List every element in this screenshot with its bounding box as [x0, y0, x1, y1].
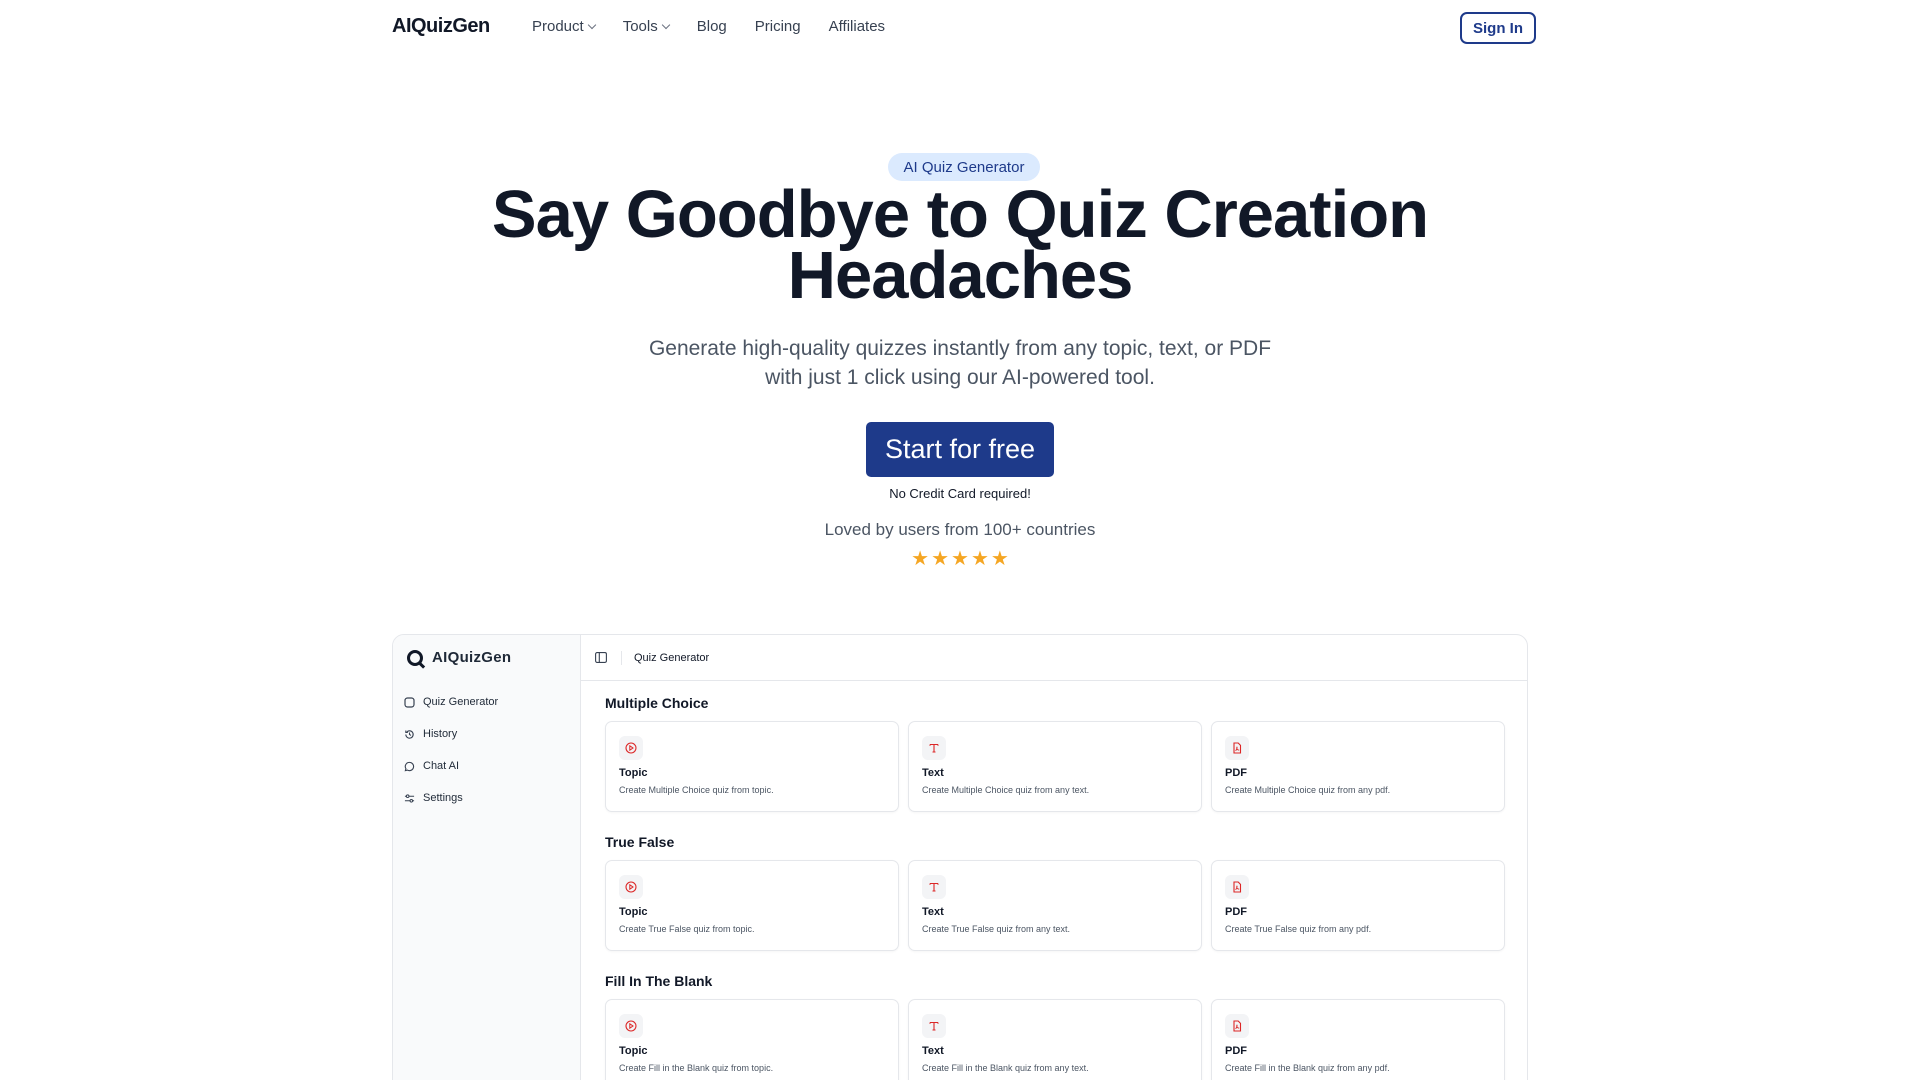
nav-tools[interactable]: Tools	[622, 18, 670, 35]
sidebar-toggle-icon[interactable]	[595, 652, 609, 664]
chevron-down-icon	[661, 20, 670, 30]
sidebar-item-label: Settings	[423, 792, 463, 804]
card-title: Topic	[619, 906, 648, 918]
card-description: Create True False quiz from topic.	[619, 924, 755, 934]
card-title: Topic	[619, 767, 648, 779]
nav-blog[interactable]: Blog	[697, 18, 727, 35]
card-title: Text	[922, 767, 944, 779]
sidebar-item-chat-ai[interactable]: Chat AI	[403, 757, 498, 775]
nav-pricing-label: Pricing	[754, 18, 801, 35]
play-icon	[619, 736, 643, 760]
card-row-fill-in-the-blank: Topic Create Fill in the Blank quiz from…	[605, 999, 1505, 1080]
card-mc-topic[interactable]: Topic Create Multiple Choice quiz from t…	[605, 721, 899, 812]
app-main-content: Multiple Choice Topic Create Multiple Ch…	[605, 695, 1505, 1080]
nav-product[interactable]: Product	[532, 18, 596, 35]
sidebar-item-history[interactable]: History	[403, 725, 498, 743]
play-icon	[619, 1014, 643, 1038]
no-credit-card-note: No Credit Card required!	[889, 486, 1031, 501]
sidebar-item-label: Chat AI	[423, 760, 460, 772]
card-mc-pdf[interactable]: PDF Create Multiple Choice quiz from any…	[1211, 721, 1505, 812]
text-icon	[922, 1014, 946, 1038]
sidebar-item-label: Quiz Generator	[423, 696, 499, 708]
brand-logo[interactable]: AIQuizGen	[392, 15, 490, 38]
nav-links: Product Tools Blog Pricing Affiliates	[532, 18, 885, 35]
card-fib-pdf[interactable]: PDF Create Fill in the Blank quiz from a…	[1211, 999, 1505, 1080]
star-icon: ★	[911, 548, 930, 570]
card-tf-text[interactable]: Text Create True False quiz from any tex…	[908, 860, 1202, 951]
subtitle-line-2: with just 1 click using our AI-powered t…	[765, 366, 1155, 389]
card-description: Create Multiple Choice quiz from any pdf…	[1225, 785, 1391, 795]
pdf-icon	[1225, 1014, 1249, 1038]
chat-bubble-icon	[403, 760, 415, 772]
subtitle-line-1: Generate high-quality quizzes instantly …	[648, 337, 1272, 360]
card-tf-pdf[interactable]: PDF Create True False quiz from any pdf.	[1211, 860, 1505, 951]
card-title: Topic	[619, 1045, 648, 1057]
top-nav: AIQuizGen Product Tools Blog Pricing Aff…	[0, 0, 1920, 56]
history-icon	[403, 728, 415, 740]
card-fib-topic[interactable]: Topic Create Fill in the Blank quiz from…	[605, 999, 899, 1080]
nav-product-label: Product	[532, 18, 584, 35]
section-title-fill-in-the-blank: Fill In The Blank	[605, 973, 713, 989]
card-row-true-false: Topic Create True False quiz from topic.…	[605, 860, 1505, 951]
card-title: PDF	[1225, 1045, 1247, 1057]
card-mc-text[interactable]: Text Create Multiple Choice quiz from an…	[908, 721, 1202, 812]
sidebar-item-settings[interactable]: Settings	[403, 789, 498, 807]
pdf-icon	[1225, 875, 1249, 899]
app-preview: AIQuizGen Quiz Generator History Chat AI	[392, 634, 1528, 1080]
text-icon	[922, 875, 946, 899]
pdf-icon	[1225, 736, 1249, 760]
sidebar-item-label: History	[423, 728, 458, 740]
card-title: PDF	[1225, 767, 1247, 779]
section-title-true-false: True False	[605, 834, 675, 850]
sliders-icon	[403, 792, 415, 804]
rating-stars: ★ ★ ★ ★ ★	[910, 548, 1010, 570]
hero-headline: Say Goodbye to Quiz Creation Headaches	[360, 181, 1560, 309]
play-icon	[619, 875, 643, 899]
star-icon: ★	[951, 548, 969, 570]
app-sidebar: AIQuizGen Quiz Generator History Chat AI	[393, 635, 581, 1080]
q-logo-icon	[407, 649, 423, 666]
headline-line-2: Headaches	[787, 238, 1134, 313]
card-description: Create Fill in the Blank quiz from any t…	[922, 1063, 1089, 1073]
nav-affiliates[interactable]: Affiliates	[829, 18, 885, 35]
social-proof-text: Loved by users from 100+ countries	[824, 520, 1096, 539]
sign-in-button[interactable]: Sign In	[1460, 12, 1536, 44]
card-title: Text	[922, 906, 944, 918]
card-description: Create Multiple Choice quiz from topic.	[619, 785, 774, 795]
card-description: Create True False quiz from any text.	[922, 924, 1071, 934]
card-title: Text	[922, 1045, 944, 1057]
card-tf-topic[interactable]: Topic Create True False quiz from topic.	[605, 860, 899, 951]
card-description: Create True False quiz from any pdf.	[1225, 924, 1372, 934]
sidebar-items: Quiz Generator History Chat AI Settings	[403, 693, 498, 807]
card-row-multiple-choice: Topic Create Multiple Choice quiz from t…	[605, 721, 1505, 812]
text-icon	[922, 736, 946, 760]
topbar-title: Quiz Generator	[634, 651, 710, 664]
card-title: PDF	[1225, 906, 1247, 918]
chevron-down-icon	[587, 20, 596, 30]
topbar-divider	[621, 650, 622, 665]
card-fib-text[interactable]: Text Create Fill in the Blank quiz from …	[908, 999, 1202, 1080]
card-description: Create Fill in the Blank quiz from any p…	[1225, 1063, 1390, 1073]
section-title-multiple-choice: Multiple Choice	[605, 695, 709, 711]
app-logo[interactable]: AIQuizGen	[407, 649, 511, 666]
square-icon	[403, 696, 415, 708]
nav-blog-label: Blog	[696, 18, 727, 35]
hero-subtitle: Generate high-quality quizzes instantly …	[560, 334, 1360, 392]
start-for-free-button[interactable]: Start for free	[866, 422, 1054, 477]
nav-tools-label: Tools	[622, 18, 658, 35]
sidebar-item-quiz-generator[interactable]: Quiz Generator	[403, 693, 498, 711]
card-description: Create Multiple Choice quiz from any tex…	[922, 785, 1090, 795]
app-logo-text: AIQuizGen	[432, 649, 512, 666]
nav-affiliates-label: Affiliates	[828, 18, 886, 35]
star-icon: ★	[990, 548, 1009, 570]
star-icon: ★	[931, 548, 950, 570]
card-description: Create Fill in the Blank quiz from topic…	[619, 1063, 774, 1073]
star-icon: ★	[970, 548, 989, 570]
app-topbar: Quiz Generator	[581, 635, 1527, 681]
nav-pricing[interactable]: Pricing	[755, 18, 801, 35]
